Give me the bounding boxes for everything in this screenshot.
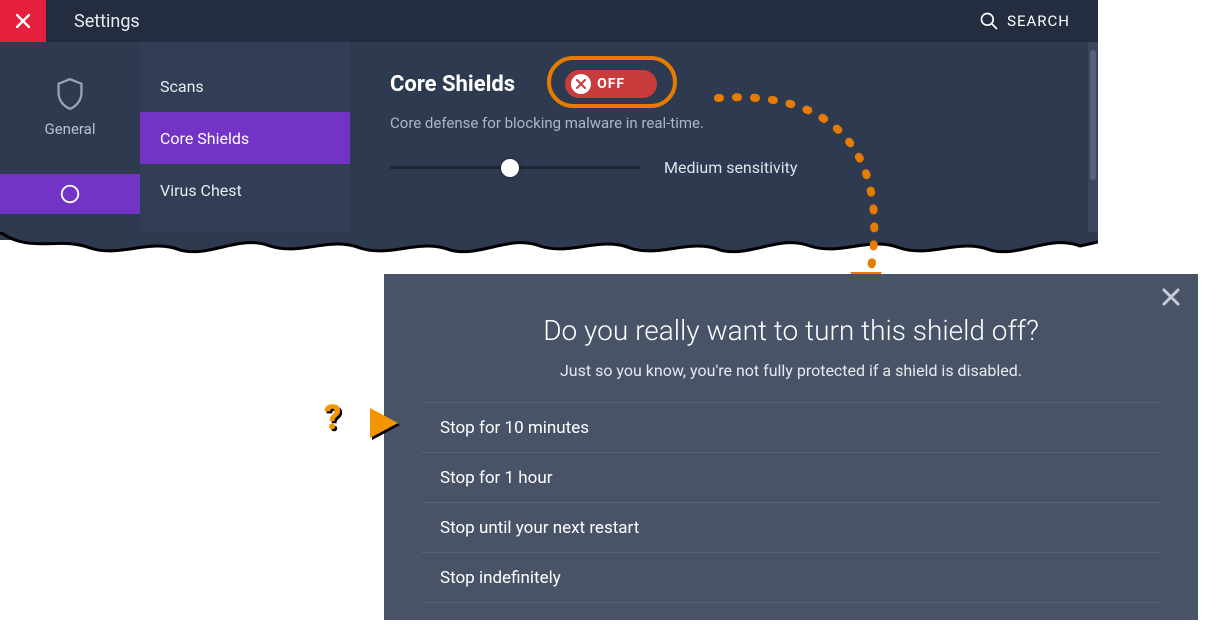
slider-thumb[interactable] (501, 159, 519, 177)
close-icon (1162, 288, 1180, 306)
sub-tab-core-shields[interactable]: Core Shields (140, 112, 350, 164)
section-title: Core Shields (390, 72, 515, 97)
toggle-knob (571, 74, 591, 94)
search-button[interactable]: SEARCH (979, 11, 1070, 31)
lock-icon (59, 183, 81, 205)
scrollbar[interactable] (1088, 42, 1098, 240)
search-label: SEARCH (1007, 12, 1070, 30)
sub-sidebar: Scans Core Shields Virus Chest (140, 42, 350, 240)
sub-tab-label: Core Shields (160, 129, 249, 148)
toggle-label: OFF (597, 76, 625, 92)
modal-option-1hour[interactable]: Stop for 1 hour (422, 453, 1160, 503)
window-title: Settings (74, 11, 140, 32)
core-shields-toggle[interactable]: OFF (565, 70, 657, 98)
modal-title: Do you really want to turn this shield o… (404, 314, 1178, 347)
section-title-row: Core Shields OFF (390, 70, 1058, 98)
modal-option-indefinite[interactable]: Stop indefinitely (422, 553, 1160, 603)
sidebar-tab-protection[interactable] (0, 174, 140, 214)
modal-option-label: Stop for 1 hour (440, 468, 553, 488)
modal-subtitle: Just so you know, you're not fully prote… (404, 361, 1178, 380)
close-button[interactable] (0, 0, 46, 42)
content-pane: Core Shields OFF Core defense for blocki… (350, 42, 1098, 240)
modal-option-10min[interactable]: Stop for 10 minutes (422, 403, 1160, 453)
sensitivity-row: Medium sensitivity (390, 158, 1058, 177)
modal-option-restart[interactable]: Stop until your next restart (422, 503, 1160, 553)
close-icon (16, 14, 30, 28)
x-circle-icon (576, 79, 586, 89)
modal-close-button[interactable] (1162, 288, 1180, 306)
disable-shield-modal: Do you really want to turn this shield o… (384, 274, 1198, 620)
sub-tab-virus-chest[interactable]: Virus Chest (140, 164, 350, 216)
callout-question-mark: ? (324, 398, 341, 438)
sensitivity-slider[interactable] (390, 166, 640, 169)
modal-option-list: Stop for 10 minutes Stop for 1 hour Stop… (422, 402, 1160, 603)
sub-tab-scans[interactable]: Scans (140, 60, 350, 112)
sub-tab-label: Virus Chest (160, 181, 242, 200)
shield-icon (56, 78, 84, 110)
body-row: General Scans Core Shields Virus Chest C… (0, 42, 1098, 240)
sensitivity-label: Medium sensitivity (664, 158, 797, 177)
sidebar-tab-general[interactable]: General (44, 78, 95, 138)
core-shields-toggle-wrap: OFF (565, 70, 657, 98)
modal-option-label: Stop until your next restart (440, 518, 639, 538)
left-sidebar: General (0, 42, 140, 240)
title-bar: Settings SEARCH (0, 0, 1098, 42)
section-description: Core defense for blocking malware in rea… (390, 114, 1058, 132)
settings-window: Settings SEARCH General Scans Core Shiel… (0, 0, 1098, 240)
modal-option-label: Stop indefinitely (440, 568, 561, 588)
sub-tab-label: Scans (160, 77, 204, 96)
modal-option-label: Stop for 10 minutes (440, 418, 589, 438)
search-icon (979, 11, 999, 31)
sidebar-tab-general-label: General (44, 120, 95, 138)
